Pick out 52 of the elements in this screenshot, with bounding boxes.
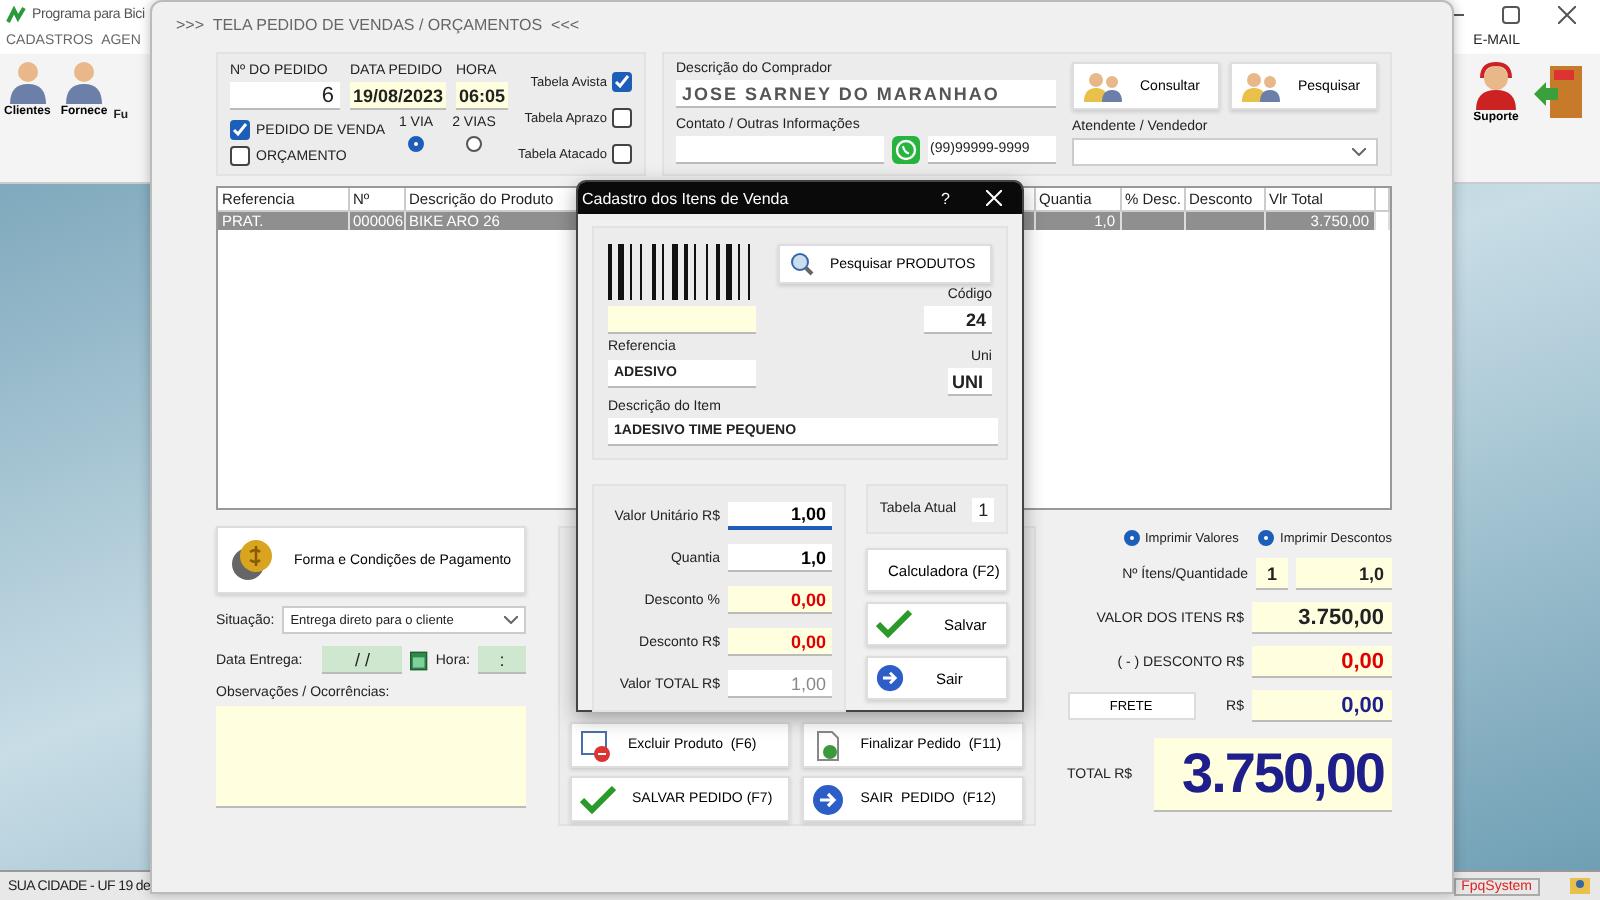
freight-value: 0,00 (1252, 690, 1392, 722)
window-title: >>> TELA PEDIDO DE VENDAS / ORÇAMENTOS <<< (174, 13, 582, 38)
barcode-field[interactable] (608, 306, 756, 334)
price-table-value: 1 (972, 497, 995, 521)
date-field[interactable]: 19/08/2023 (350, 82, 446, 110)
radio-button[interactable] (408, 136, 424, 152)
value-field[interactable]: 1,00 (728, 670, 832, 698)
value-field[interactable]: 1,00 (728, 502, 832, 530)
chat-phone-icon[interactable] (892, 136, 920, 164)
people-icon (1242, 70, 1282, 102)
grand-total-value: 3.750,00 (1154, 738, 1392, 812)
person-icon (9, 62, 46, 104)
chevron-down-icon (504, 616, 518, 624)
value-field[interactable]: 1,0 (728, 544, 832, 572)
value-field[interactable]: 0,00 (728, 628, 832, 656)
help-button[interactable]: ? (941, 189, 950, 207)
search-icon (790, 252, 814, 276)
app-icon (6, 5, 26, 23)
users-icon (1568, 876, 1592, 896)
coins-icon (230, 538, 274, 582)
code-field[interactable]: 24 (924, 306, 992, 334)
maximize-icon[interactable] (1502, 5, 1520, 23)
document-icon (812, 729, 845, 761)
document-remove-icon (580, 729, 612, 761)
radio-button[interactable] (466, 136, 482, 152)
chevron-down-icon (1352, 148, 1366, 156)
dialog-title: Cadastro dos Itens de Venda (582, 189, 789, 207)
unit-field[interactable]: UNI (948, 368, 992, 396)
door-exit-icon (1532, 62, 1588, 122)
count-value: 1 (1256, 558, 1288, 590)
checkmark-icon (232, 122, 248, 138)
buyer-field[interactable]: JOSE SARNEY DO MARANHAO (676, 80, 1056, 108)
time-field[interactable]: 06:05 (456, 82, 508, 110)
delivery-date-field[interactable]: / / (322, 646, 403, 674)
order-number-field[interactable]: 6 (230, 82, 340, 110)
quantity-value: 1,0 (1296, 558, 1392, 590)
checkmark-icon (580, 785, 616, 813)
people-icon (1084, 70, 1124, 102)
items-total-value: 3.750,00 (1252, 602, 1392, 634)
contact-field[interactable] (676, 136, 884, 164)
delivery-time-field[interactable]: : (478, 646, 526, 674)
arrow-circle-icon (876, 664, 904, 692)
notes-field[interactable] (216, 706, 526, 808)
arrow-circle-icon (812, 783, 845, 815)
discount-value: 0,00 (1252, 646, 1392, 678)
value-field[interactable]: 0,00 (728, 586, 832, 614)
close-icon[interactable] (1558, 5, 1576, 23)
person-icon (66, 62, 103, 104)
headset-person-icon (1470, 62, 1522, 110)
checkmark-icon (614, 74, 631, 90)
calendar-icon[interactable] (410, 647, 428, 673)
checkmark-icon (876, 610, 912, 638)
